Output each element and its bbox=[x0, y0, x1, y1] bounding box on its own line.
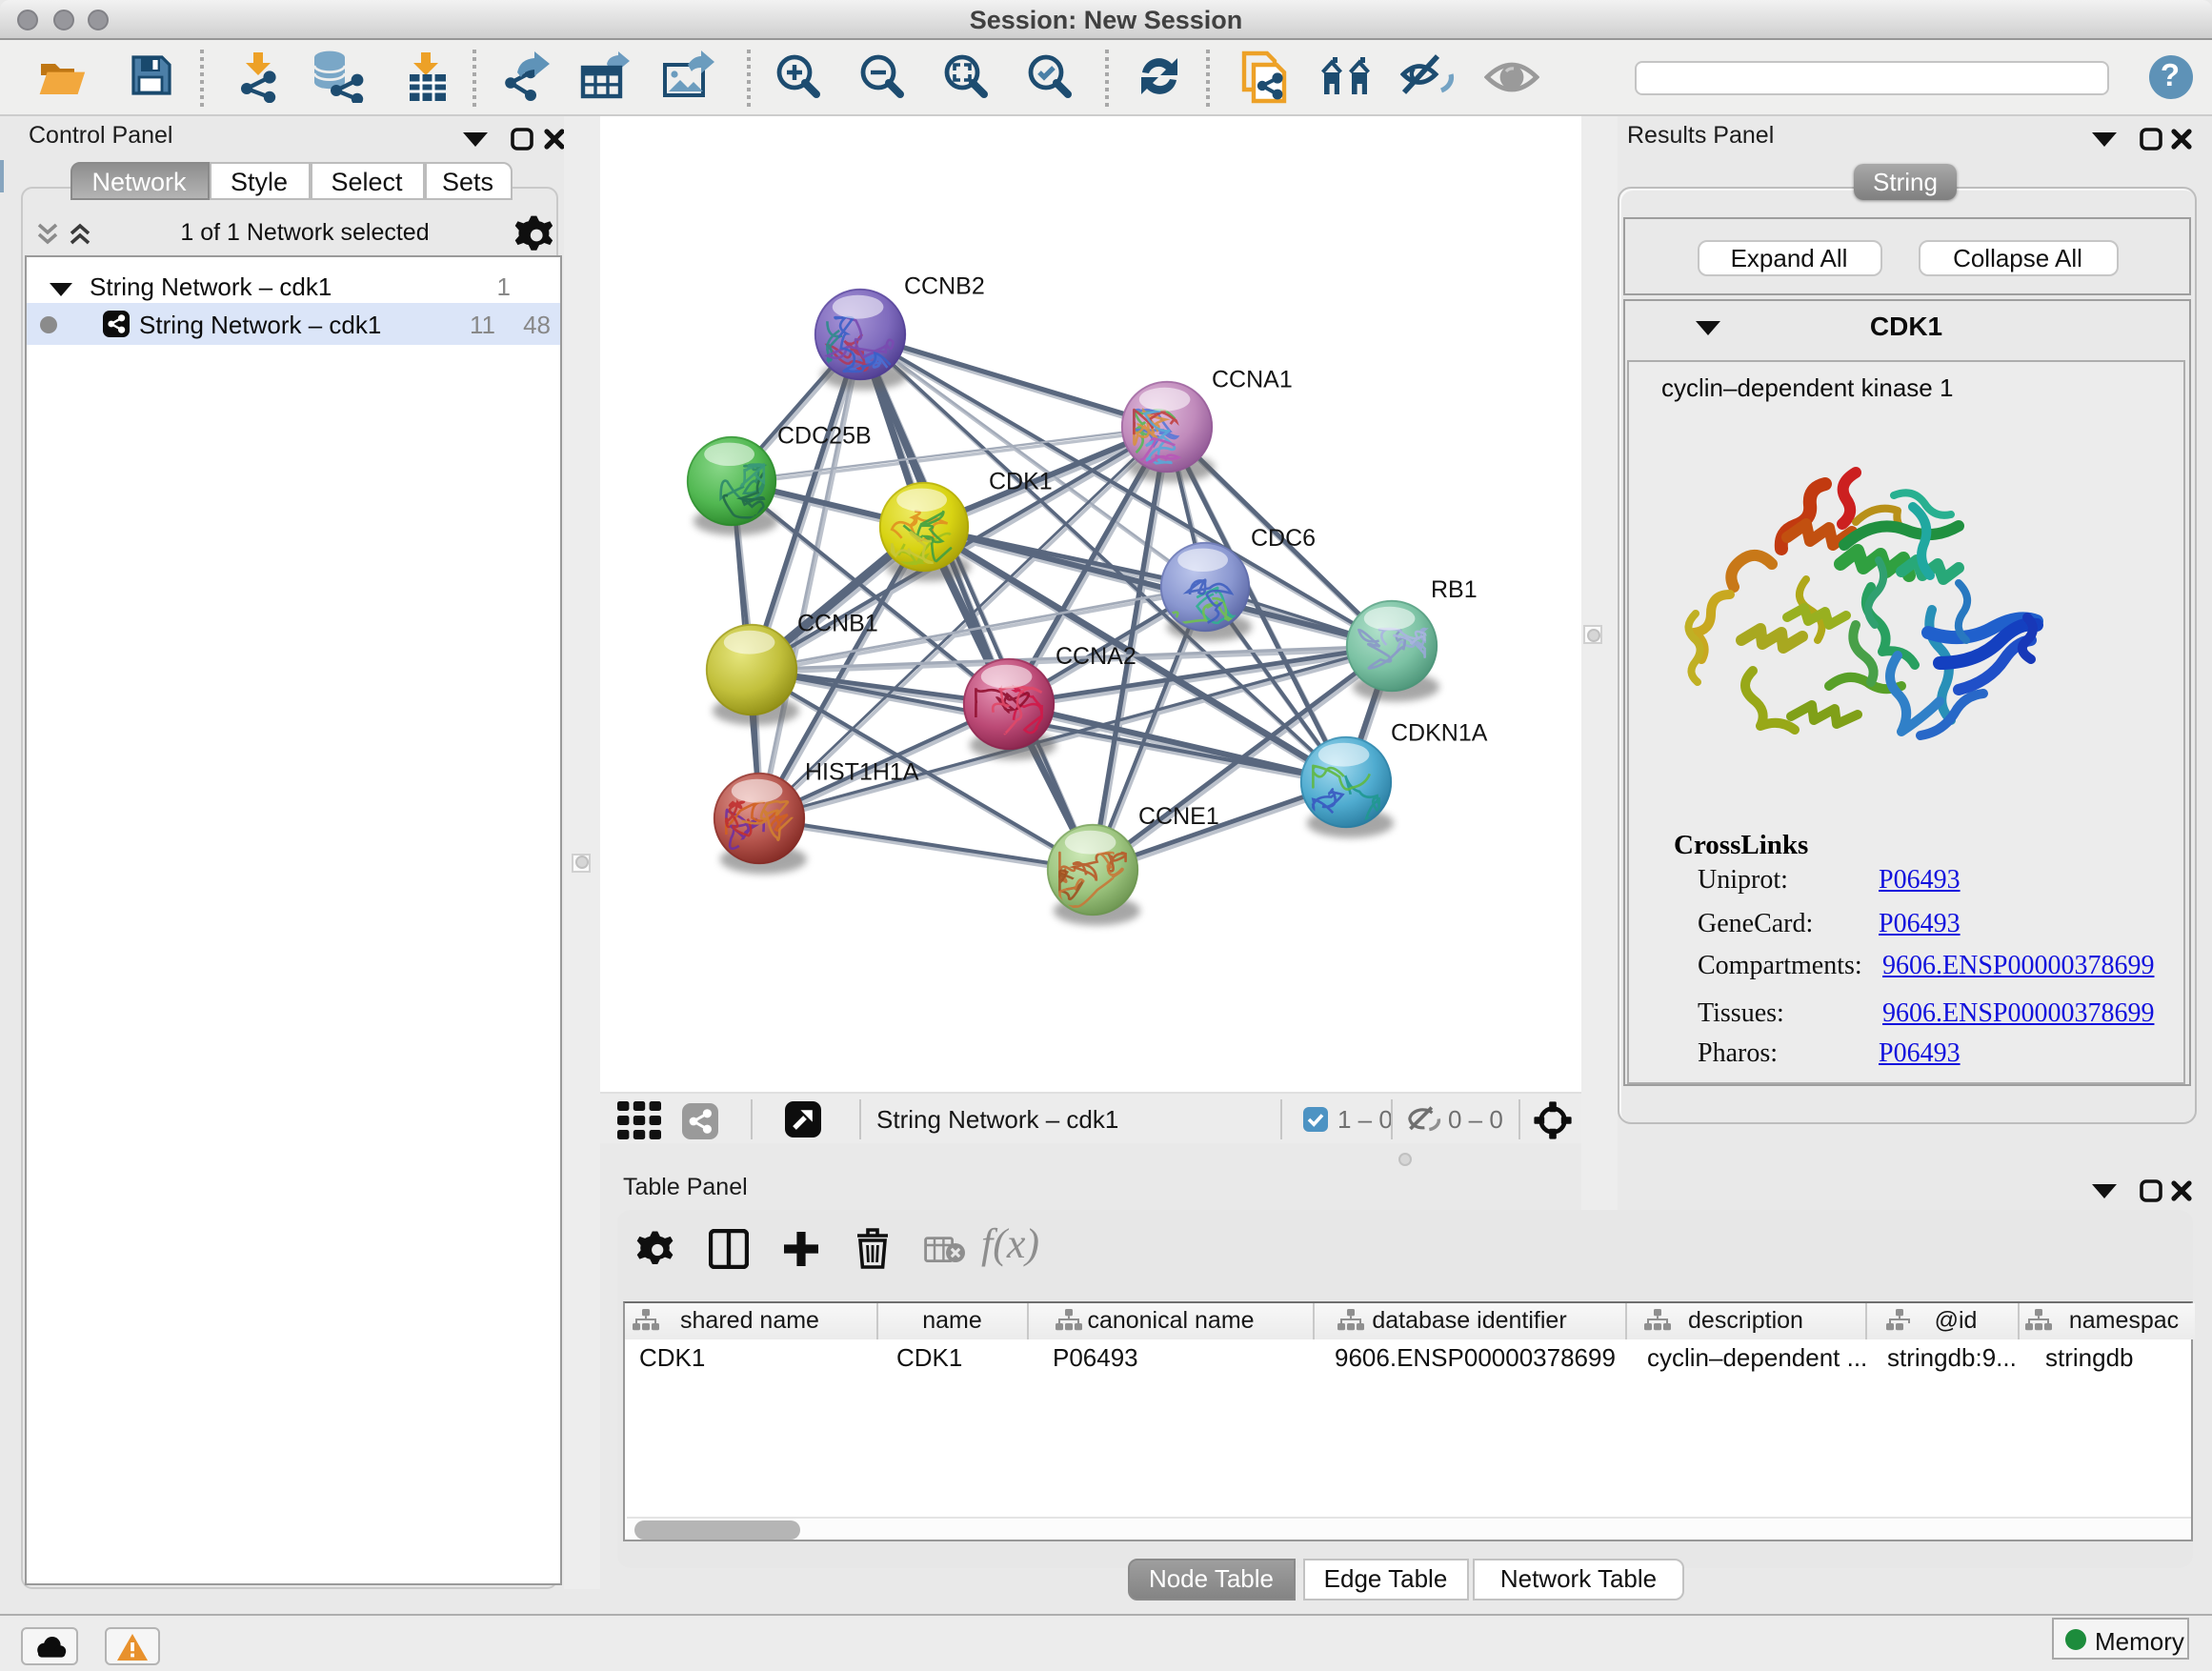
svg-text:HIST1H1A: HIST1H1A bbox=[805, 759, 919, 786]
svg-text:CCNA2: CCNA2 bbox=[1056, 643, 1136, 670]
svg-text:CDKN1A: CDKN1A bbox=[1391, 720, 1488, 747]
svg-text:CDC25B: CDC25B bbox=[777, 422, 872, 449]
svg-text:RB1: RB1 bbox=[1431, 576, 1478, 603]
svg-text:CDK1: CDK1 bbox=[989, 469, 1053, 495]
svg-text:CCNB1: CCNB1 bbox=[797, 610, 878, 636]
svg-text:CCNE1: CCNE1 bbox=[1138, 803, 1219, 830]
svg-text:CCNB2: CCNB2 bbox=[904, 273, 985, 300]
svg-text:CCNA1: CCNA1 bbox=[1212, 366, 1293, 393]
svg-text:CDC6: CDC6 bbox=[1251, 525, 1316, 552]
